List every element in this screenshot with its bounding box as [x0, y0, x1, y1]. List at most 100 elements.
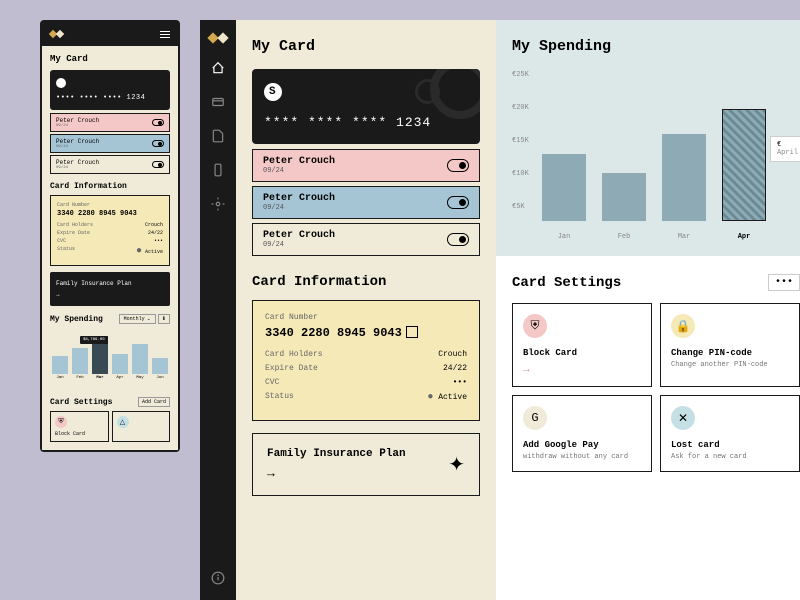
spending-chart: €25K€20K€15K€10K€5K JanFebMarApr €April: [512, 71, 800, 246]
insurance-banner[interactable]: Family Insurance Plan → ✦: [252, 433, 480, 496]
google-icon: G: [523, 406, 547, 430]
phone-icon[interactable]: [210, 162, 226, 178]
y-axis: €25K€20K€15K€10K€5K: [512, 71, 529, 211]
info-value: Crouch: [438, 350, 467, 359]
cardholder-row[interactable]: Peter Crouch09/24: [252, 186, 480, 219]
info-value: ● Active: [136, 246, 163, 257]
toggle-icon[interactable]: [152, 140, 164, 147]
mobile-header: [42, 22, 178, 46]
toggle-icon[interactable]: [447, 159, 469, 172]
period-dropdown[interactable]: Monthly⌄: [119, 314, 156, 324]
holder-exp: 09/24: [56, 145, 99, 149]
chart-bar: [132, 344, 148, 374]
info-label: Expire Date: [57, 230, 90, 236]
card-desc: withdraw without any card: [523, 453, 641, 461]
chart-bar[interactable]: [662, 134, 706, 221]
lock-icon: △: [117, 416, 129, 428]
info-value: •••: [453, 378, 467, 387]
block-card-button[interactable]: ⛨ Block Card →: [512, 303, 652, 387]
info-label: CVC: [57, 238, 66, 244]
lost-card-button[interactable]: ✕ Lost card Ask for a new card: [660, 395, 800, 472]
cardholder-row[interactable]: Peter Crouch09/24: [252, 149, 480, 182]
info-label: Card Number: [57, 202, 163, 208]
chart-x-labels: JanFebMarAprMayJun: [50, 376, 170, 380]
shield-icon: ⛨: [55, 416, 67, 428]
toggle-icon[interactable]: [447, 196, 469, 209]
section-title: Card Settings: [50, 398, 112, 407]
credit-card: •••• •••• •••• 1234: [50, 70, 170, 110]
sparkle-icon: ✦: [448, 452, 465, 478]
chart-bar-active[interactable]: [722, 109, 766, 221]
copy-icon[interactable]: [408, 328, 418, 338]
chart-bar[interactable]: [602, 173, 646, 221]
settings-section: Card Settings ••• ⛨Block Card→ 🔒Change P…: [496, 256, 800, 490]
holder-name: Peter Crouch: [263, 156, 335, 167]
spending-section: My Spending €25K€20K€15K€10K€5K JanFebMa…: [496, 20, 800, 256]
card-title: Block Card: [523, 348, 641, 358]
toggle-icon[interactable]: [152, 161, 164, 168]
card-title: Add Google Pay: [523, 440, 641, 450]
chart-tooltip: $8,789.00: [80, 336, 108, 344]
holder-exp: 09/24: [263, 241, 335, 249]
card-title: Lost card: [671, 440, 789, 450]
menu-icon[interactable]: [160, 31, 170, 38]
card-lost-icon: ✕: [671, 406, 695, 430]
arrow-icon: →: [267, 466, 406, 481]
banner-text: Family Insurance Plan: [56, 280, 164, 287]
banner-text: Family Insurance Plan: [267, 448, 406, 460]
cardholder-row[interactable]: Peter Crouch09/24: [50, 134, 170, 153]
info-label: Card Holders: [265, 350, 323, 359]
card-desc: Ask for a new card: [671, 453, 789, 461]
spending-chart: $8,789.00 JanFebMarAprMayJun: [50, 334, 170, 389]
document-icon[interactable]: [210, 128, 226, 144]
home-icon[interactable]: [210, 60, 226, 76]
card-desc: Change another PIN-code: [671, 361, 789, 369]
chevron-down-icon: ⌄: [147, 316, 151, 322]
download-icon[interactable]: ⬇: [158, 314, 170, 324]
toggle-icon[interactable]: [152, 119, 164, 126]
chart-bar[interactable]: [542, 154, 586, 221]
holder-name: Peter Crouch: [56, 159, 99, 166]
chart-tooltip: €April: [770, 136, 800, 162]
toggle-icon[interactable]: [447, 233, 469, 246]
change-pin-button[interactable]: 🔒Change PIN-codeChange another PIN-code: [660, 303, 800, 387]
chart-bar: [72, 348, 88, 374]
logo-icon: [209, 34, 227, 42]
cardholder-row[interactable]: Peter Crouch09/24: [50, 113, 170, 132]
card-brand-icon: [264, 83, 282, 101]
arrow-icon: →: [523, 364, 641, 376]
cardholder-row[interactable]: Peter Crouch09/24: [50, 155, 170, 174]
info-label: Card Number: [265, 313, 467, 322]
info-label: Status: [57, 246, 75, 257]
holder-exp: 09/24: [56, 124, 99, 128]
card-info-box: Card Number 3340 2280 8945 9043 Card Hol…: [50, 195, 170, 266]
section-title: My Spending: [512, 38, 800, 55]
card-info-box: Card Number 3340 2280 8945 9043 Card Hol…: [252, 300, 480, 421]
google-pay-button[interactable]: G Add Google Pay withdraw without any card: [512, 395, 652, 472]
lock-icon: 🔒: [671, 314, 695, 338]
cardholder-row[interactable]: Peter Crouch09/24: [252, 223, 480, 256]
gear-icon[interactable]: [210, 196, 226, 212]
setting-card[interactable]: △: [112, 411, 171, 442]
holder-exp: 09/24: [263, 204, 335, 212]
more-button[interactable]: •••: [768, 274, 800, 291]
desktop-frame: My Card **** **** **** 1234 Peter Crouch…: [200, 20, 800, 600]
insurance-banner[interactable]: Family Insurance Plan →: [50, 272, 170, 306]
holder-name: Peter Crouch: [263, 230, 335, 241]
info-value: •••: [154, 238, 163, 244]
shield-icon: ⛨: [523, 314, 547, 338]
info-label: Expire Date: [265, 364, 318, 373]
info-icon[interactable]: [210, 570, 226, 586]
page-title: My Card: [50, 54, 170, 64]
info-value: 24/22: [443, 364, 467, 373]
block-card-button[interactable]: ⛨Block Card: [50, 411, 109, 442]
info-label: Status: [265, 392, 294, 403]
chart-bar: [112, 354, 128, 374]
info-value: ● Active: [427, 392, 467, 403]
my-card-panel: My Card **** **** **** 1234 Peter Crouch…: [236, 20, 496, 600]
chart-bar: [152, 358, 168, 374]
card-icon[interactable]: [210, 94, 226, 110]
info-value: 24/22: [148, 230, 163, 236]
add-card-button[interactable]: Add Card: [138, 397, 170, 407]
holder-name: Peter Crouch: [56, 138, 99, 145]
